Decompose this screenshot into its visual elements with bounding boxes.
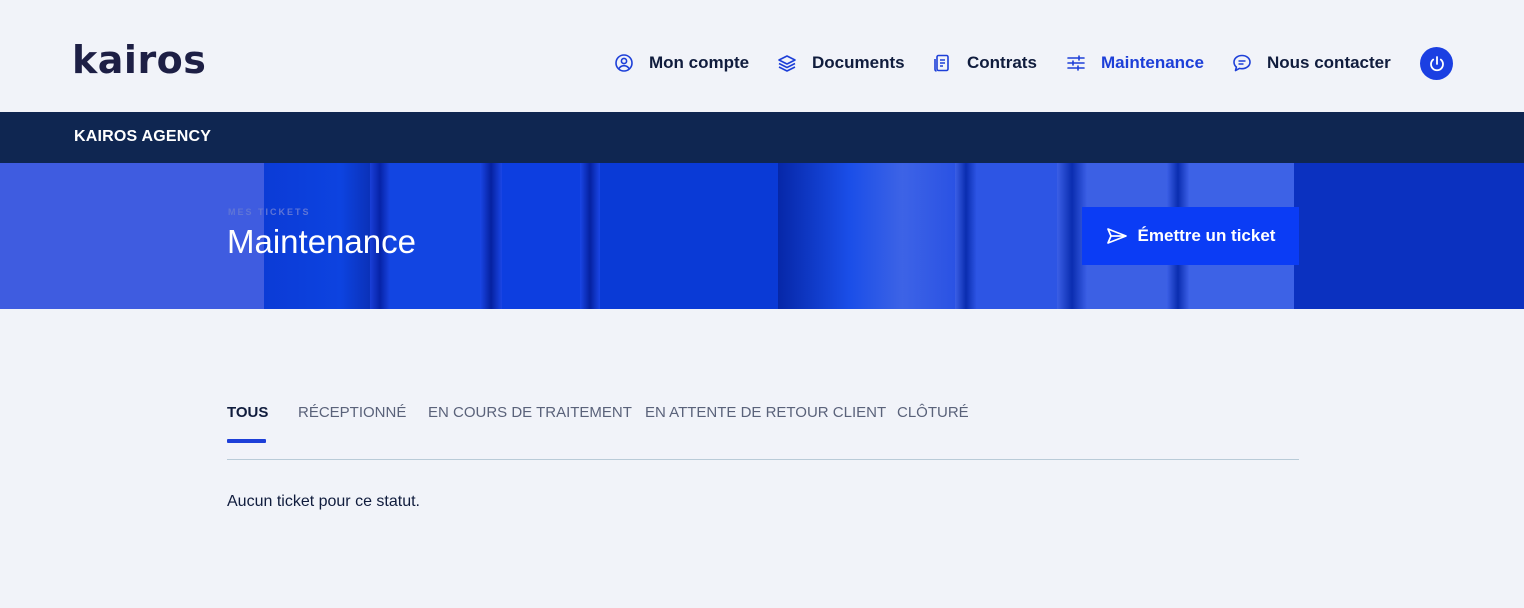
active-tab-indicator: [227, 439, 266, 443]
logout-button[interactable]: [1420, 47, 1453, 80]
nav-item-mon-compte[interactable]: Mon compte: [614, 48, 749, 78]
nav-item-documents[interactable]: Documents: [777, 48, 905, 78]
emit-ticket-label: Émettre un ticket: [1137, 226, 1276, 245]
hero-eyebrow: MES TICKETS: [228, 207, 311, 217]
emit-ticket-button[interactable]: Émettre un ticket: [1082, 207, 1299, 265]
page-title: Maintenance: [227, 223, 416, 260]
contract-icon: [934, 54, 949, 72]
tab-cloture[interactable]: CLÔTURÉ: [897, 404, 969, 444]
hero-band-left: [0, 163, 264, 309]
power-icon: [1429, 55, 1444, 71]
tabs-divider: [227, 459, 1299, 460]
nav-item-nous-contacter[interactable]: Nous contacter: [1232, 48, 1391, 78]
nav-label: Nous contacter: [1267, 53, 1391, 72]
hero-stripe: [600, 163, 780, 309]
tab-tous[interactable]: TOUS: [227, 404, 268, 444]
user-circle-icon: [615, 54, 633, 72]
sliders-icon: [1067, 55, 1085, 71]
nav-label: Maintenance: [1101, 53, 1204, 72]
hero-stripe: [502, 163, 582, 309]
layers-icon: [778, 55, 796, 72]
tab-en-attente-de-retour-client[interactable]: EN ATTENTE DE RETOUR CLIENT: [645, 404, 886, 444]
kairos-logo[interactable]: kairos: [72, 36, 206, 84]
chat-bubble-icon: [1233, 54, 1251, 72]
agency-bar: KAIROS AGENCY: [0, 112, 1524, 163]
tab-receptionne[interactable]: RÉCEPTIONNÉ: [298, 404, 406, 444]
nav-label: Contrats: [967, 53, 1037, 72]
top-bar: kairos Mon compte Documents Contrats Mai…: [0, 0, 1524, 112]
hero-stripe: [778, 163, 956, 309]
empty-state-message: Aucun ticket pour ce statut.: [227, 493, 420, 510]
nav-label: Documents: [812, 53, 905, 72]
hero-stripe: [480, 163, 502, 309]
tab-en-cours-de-traitement[interactable]: EN COURS DE TRAITEMENT: [428, 404, 632, 444]
send-icon: [1106, 228, 1127, 244]
hero-band-right: [1294, 163, 1524, 309]
hero-stripe: [977, 163, 1057, 309]
hero-stripe: [955, 163, 977, 309]
hero-stripe: [580, 163, 600, 309]
nav-item-contrats[interactable]: Contrats: [932, 48, 1037, 78]
agency-name: KAIROS AGENCY: [74, 128, 212, 145]
nav-item-maintenance[interactable]: Maintenance: [1066, 48, 1204, 78]
nav-label: Mon compte: [649, 53, 750, 72]
